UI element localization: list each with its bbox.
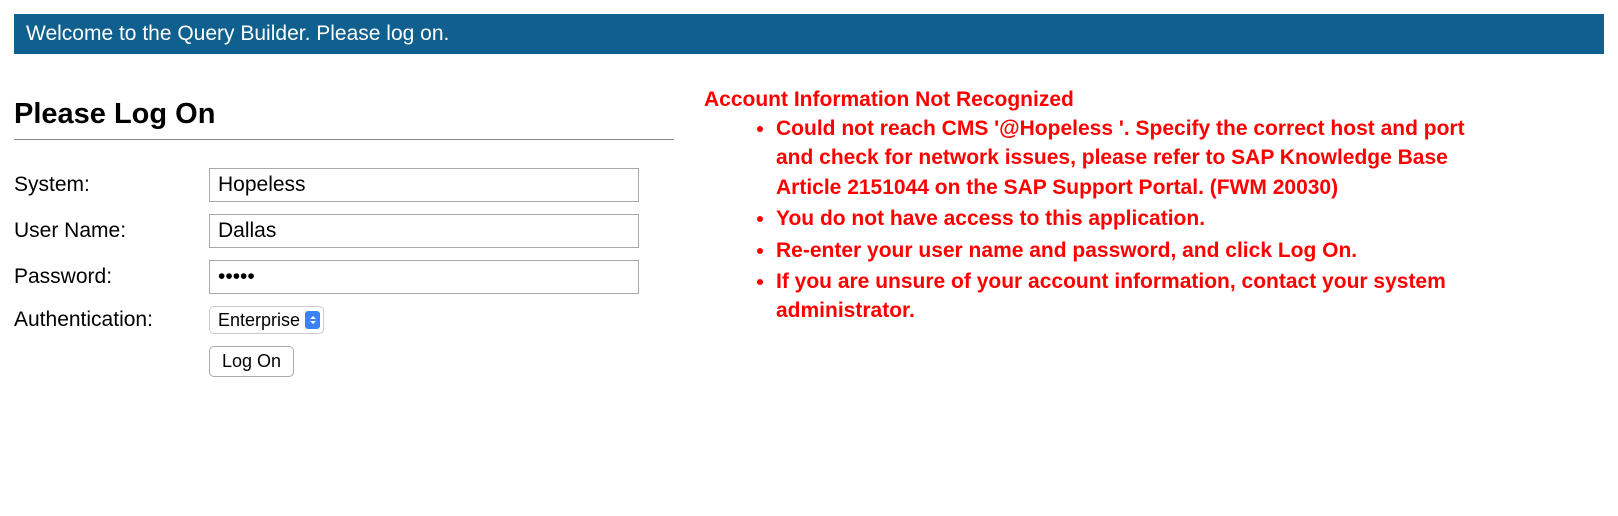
banner-text: Welcome to the Query Builder. Please log… [26,22,449,45]
system-input[interactable] [209,168,639,202]
error-panel: Account Information Not Recognized Could… [704,78,1504,328]
logon-button[interactable]: Log On [209,346,294,377]
password-input[interactable] [209,260,639,294]
error-list: Could not reach CMS '@Hopeless '. Specif… [704,114,1504,326]
authentication-select[interactable]: Enterprise [209,306,324,334]
error-title: Account Information Not Recognized [704,88,1504,112]
system-label: System: [14,173,209,197]
error-item: Re-enter your user name and password, an… [776,236,1504,265]
error-item: Could not reach CMS '@Hopeless '. Specif… [776,114,1504,202]
error-item: If you are unsure of your account inform… [776,267,1504,326]
error-item: You do not have access to this applicati… [776,204,1504,233]
password-label: Password: [14,265,209,289]
divider [14,139,674,140]
username-input[interactable] [209,214,639,248]
authentication-label: Authentication: [14,308,209,332]
welcome-banner: Welcome to the Query Builder. Please log… [14,14,1604,54]
page-title: Please Log On [14,98,674,131]
username-label: User Name: [14,219,209,243]
